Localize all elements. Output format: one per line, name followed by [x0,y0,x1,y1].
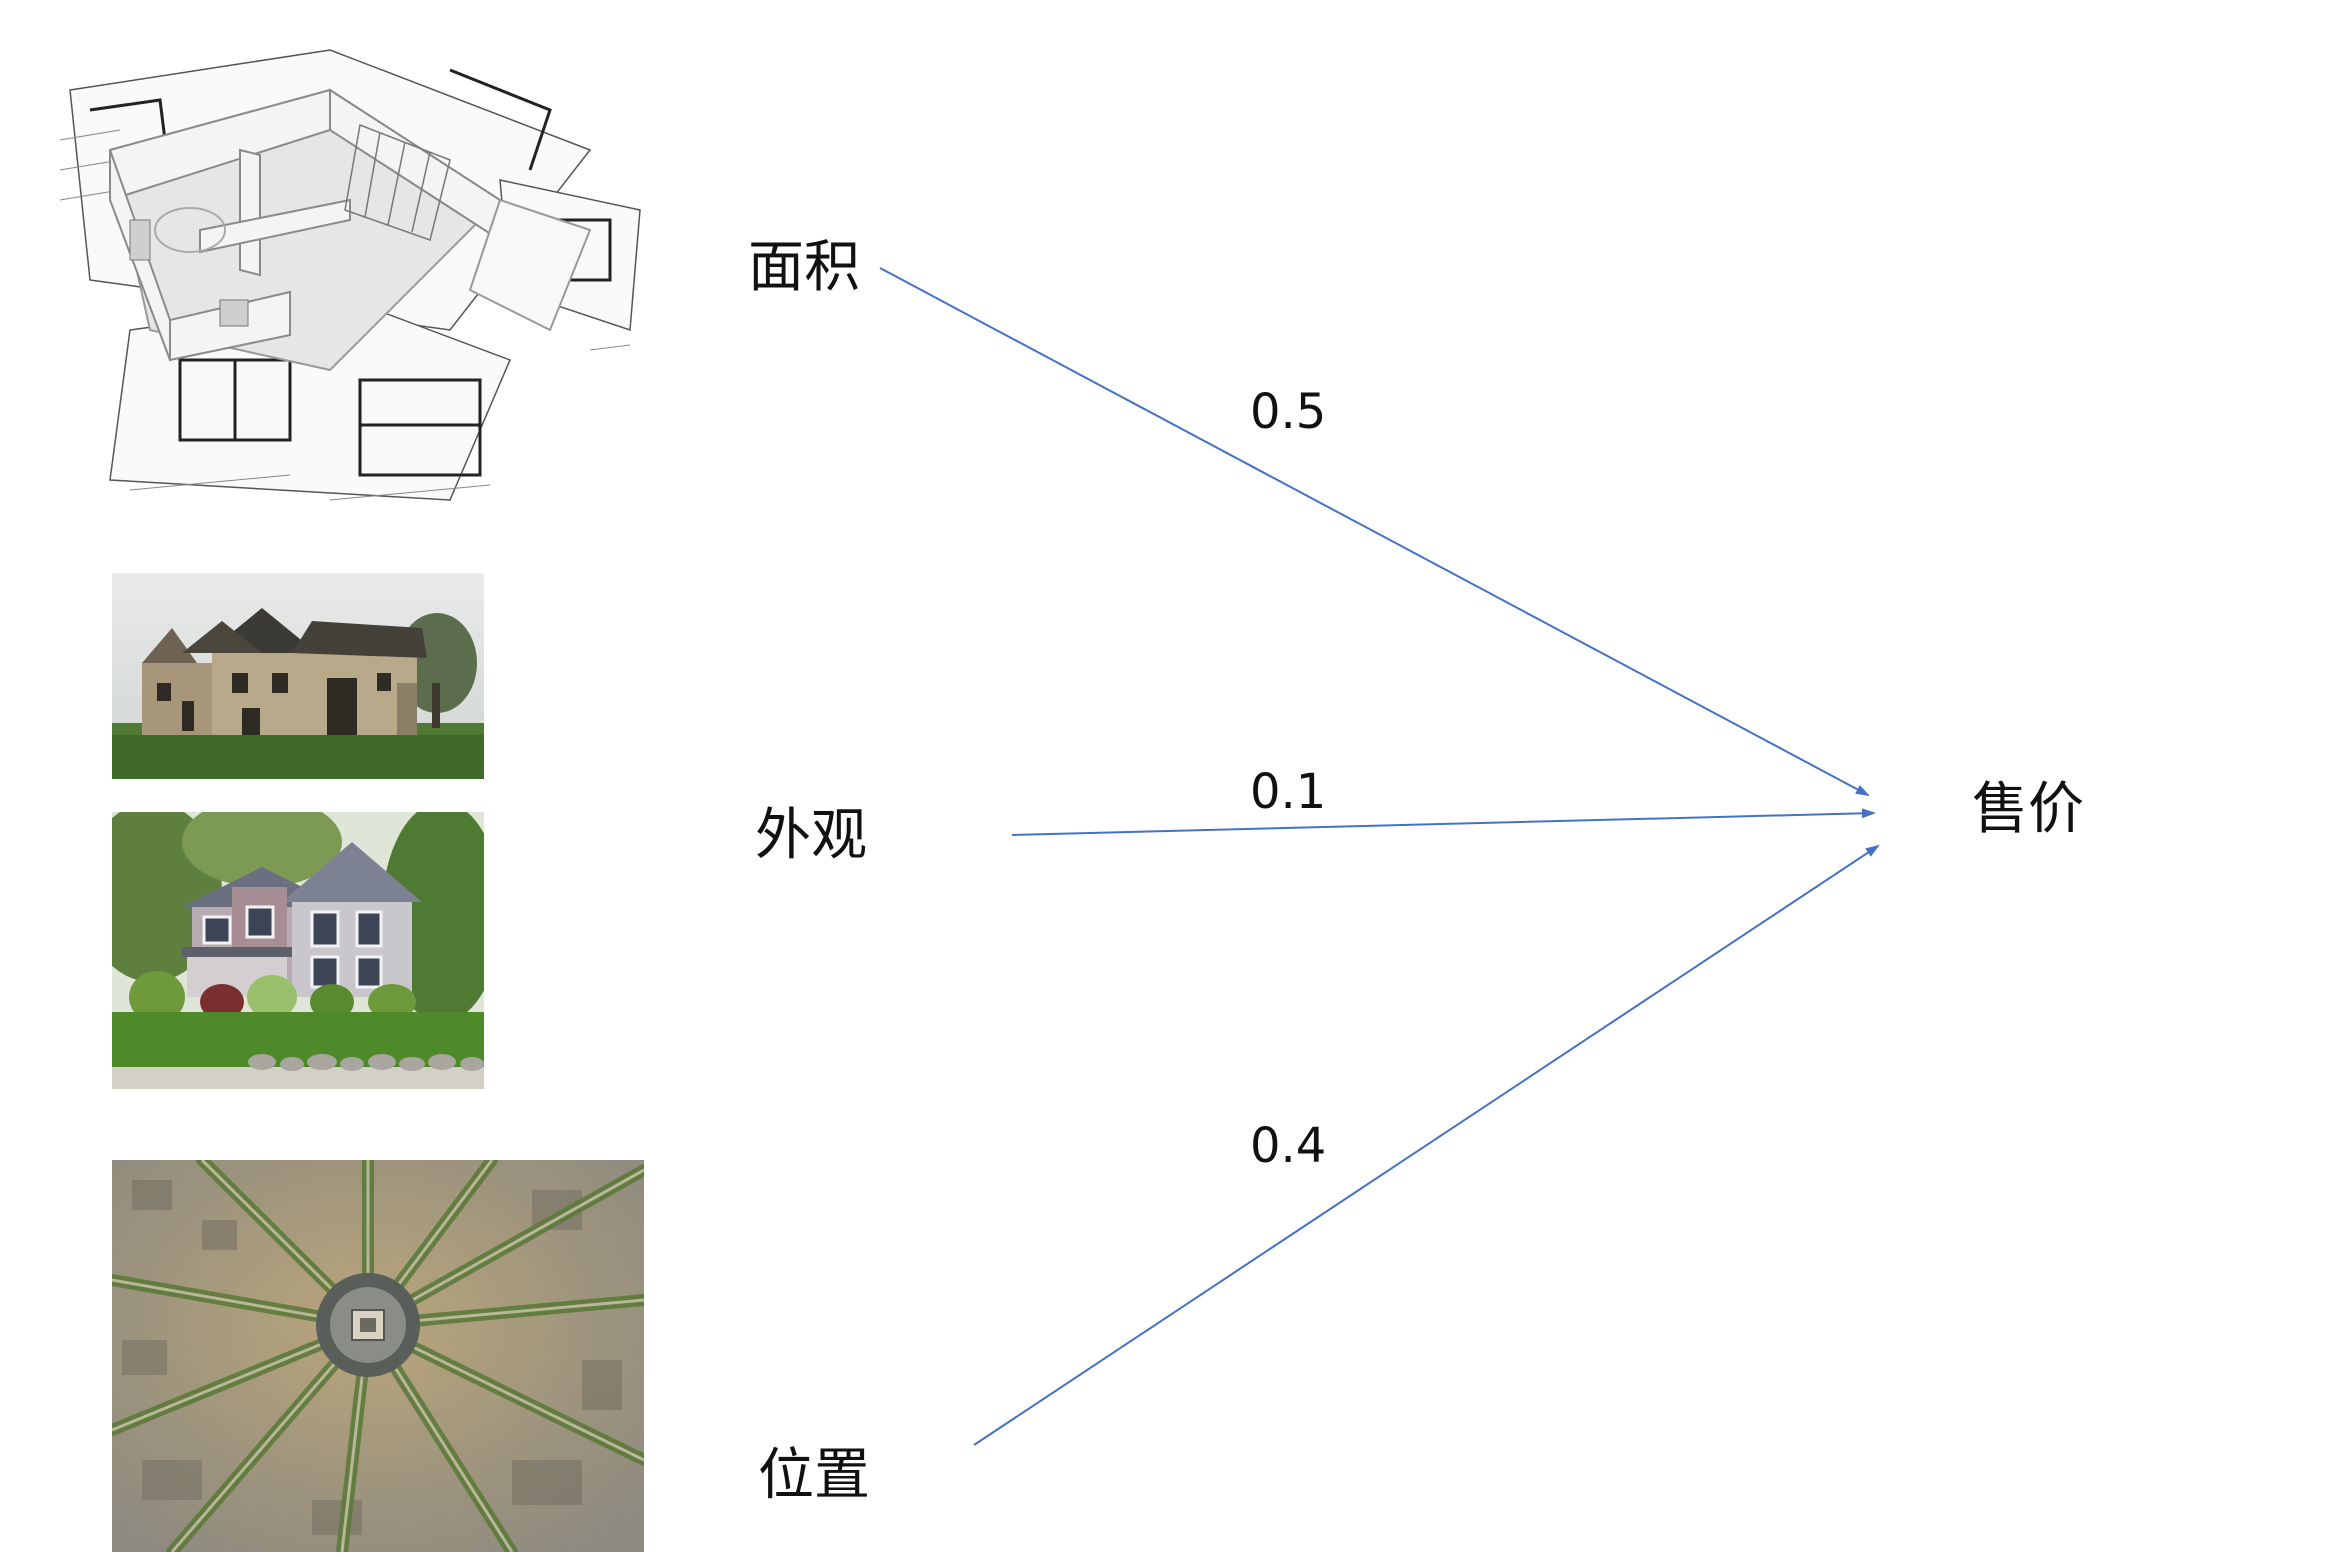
node-label-location: 位置 [758,1443,870,1508]
node-label-appearance: 外观 [755,803,867,868]
weight-label-location: 0.4 [1250,1118,1327,1174]
arrow-area-to-price [879,267,1870,796]
arrow-appearance-to-price [1011,808,1876,836]
arrow-location-to-price [973,844,1880,1446]
node-label-area: 面积 [748,235,860,300]
node-label-price: 售价 [1972,777,2084,842]
weight-label-area: 0.5 [1250,384,1327,440]
diagram-canvas: 面积 外观 位置 售价 0.5 0.1 0.4 [0,0,2338,1558]
weight-label-appearance: 0.1 [1250,764,1327,820]
